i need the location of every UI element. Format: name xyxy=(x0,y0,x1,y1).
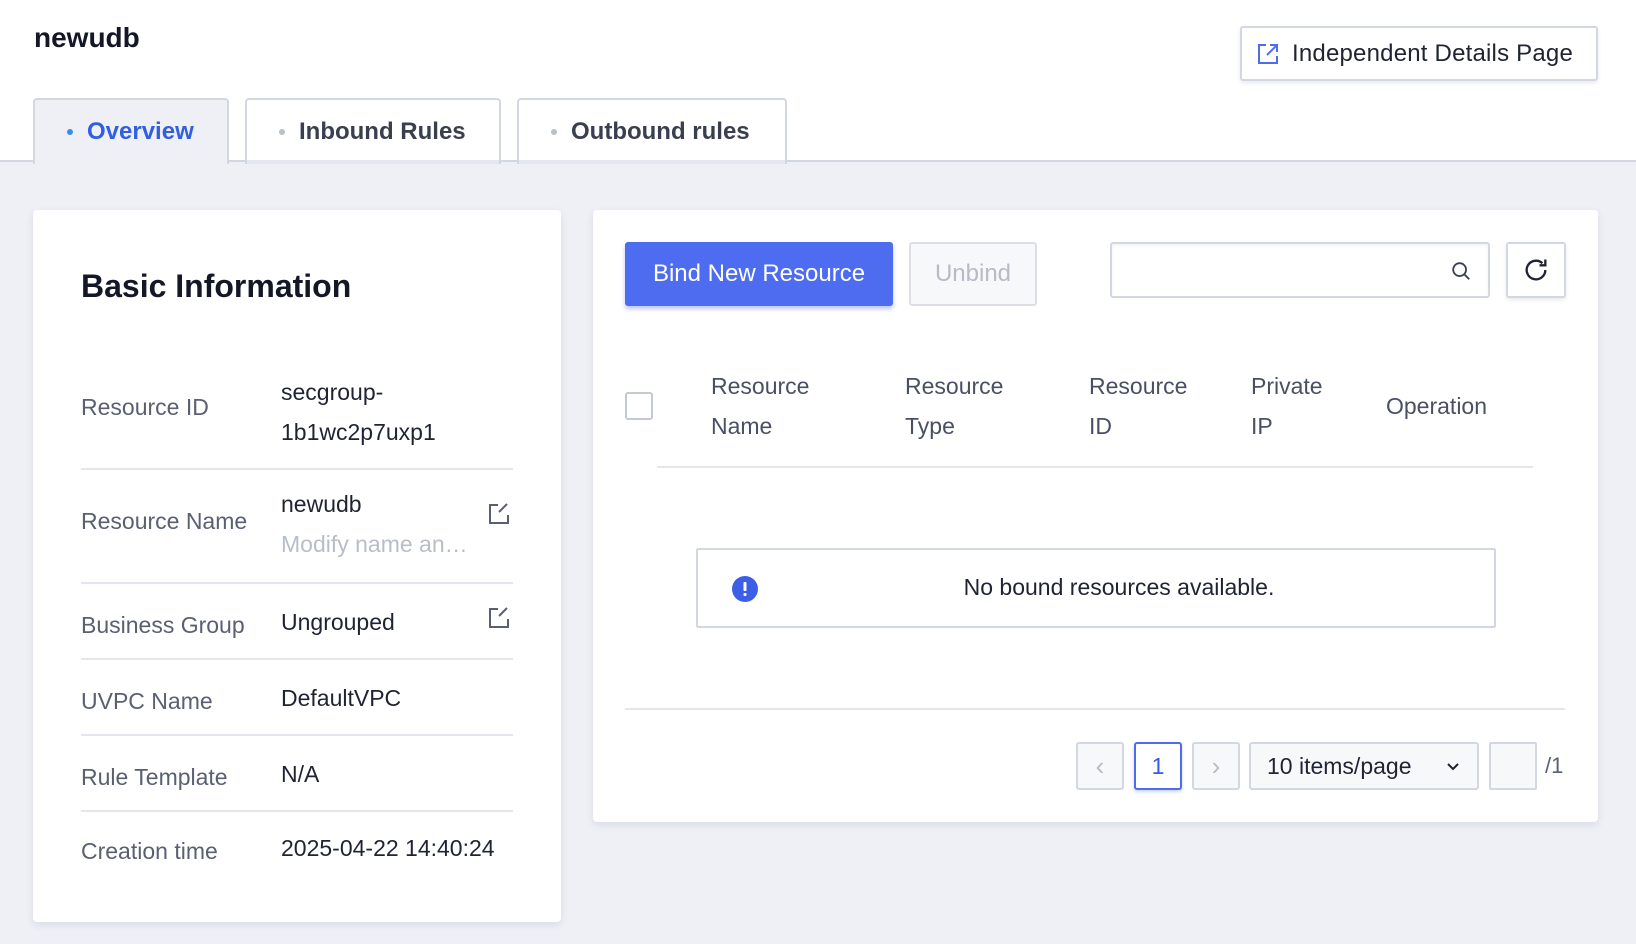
column-header-line: Resource xyxy=(711,373,810,399)
tab-outbound-rules-label: Outbound rules xyxy=(571,118,750,145)
info-label: Resource ID xyxy=(81,394,209,420)
business-group-value: Ungrouped xyxy=(281,609,395,635)
page-jump-input[interactable] xyxy=(1489,742,1537,790)
page-size-label: 10 items/page xyxy=(1267,752,1412,779)
refresh-button[interactable] xyxy=(1506,242,1566,298)
unbind-button[interactable]: Unbind xyxy=(909,242,1037,306)
info-label: Business Group xyxy=(81,612,245,638)
info-row-resource-id: Resource ID secgroup- 1b1wc2p7uxp1 xyxy=(81,358,513,470)
tab-outbound-rules[interactable]: Outbound rules xyxy=(517,98,787,164)
pagination-next-button[interactable]: › xyxy=(1192,742,1240,790)
rule-template-value: N/A xyxy=(281,761,320,787)
tab-dot-icon xyxy=(279,129,285,135)
tab-inbound-rules-label: Inbound Rules xyxy=(299,118,466,145)
tab-overview[interactable]: Overview xyxy=(33,98,229,164)
search-box[interactable] xyxy=(1110,242,1490,298)
column-header-line: Resource xyxy=(1089,373,1188,399)
refresh-icon xyxy=(1525,259,1547,281)
tab-overview-label: Overview xyxy=(87,118,194,145)
tab-dot-icon xyxy=(551,129,557,135)
edit-icon[interactable] xyxy=(487,502,511,526)
column-header-line: Name xyxy=(711,413,773,439)
pagination-page-1[interactable]: 1 xyxy=(1134,742,1182,790)
info-label: Creation time xyxy=(81,838,218,864)
creation-time-value: 2025-04-22 14:40:24 xyxy=(281,835,495,861)
top-bar: newudb Independent Details Page Overview… xyxy=(0,0,1636,164)
resource-name-remark: Modify name an… xyxy=(281,531,468,557)
info-label: UVPC Name xyxy=(81,688,213,714)
edit-icon[interactable] xyxy=(487,606,511,630)
bind-new-resource-button[interactable]: Bind New Resource xyxy=(625,242,893,306)
resource-id-line2: 1b1wc2p7uxp1 xyxy=(281,419,436,445)
table-header: Resource Name Resource Type Resource ID … xyxy=(625,356,1565,460)
resource-id-value: secgroup- 1b1wc2p7uxp1 xyxy=(281,372,436,452)
info-row-creation-time: Creation time 2025-04-22 14:40:24 xyxy=(81,814,513,888)
column-header-operation: Operation xyxy=(1386,393,1488,419)
footer-divider xyxy=(625,708,1565,710)
table-header-divider xyxy=(657,466,1533,468)
info-row-business-group: Business Group Ungrouped xyxy=(81,586,513,660)
total-pages: /1 xyxy=(1545,753,1564,778)
column-header-line: Private xyxy=(1251,373,1323,399)
basic-information-card: Basic Information Resource ID secgroup- … xyxy=(33,210,561,922)
external-link-icon xyxy=(1258,43,1278,64)
resource-id-line1: secgroup- xyxy=(281,379,384,405)
basic-information-title: Basic Information xyxy=(81,268,352,304)
search-input[interactable] xyxy=(1122,252,1442,288)
info-row-rule-template: Rule Template N/A xyxy=(81,738,513,812)
page-title: newudb xyxy=(34,22,140,53)
column-header-resource-name[interactable]: Resource Name xyxy=(711,366,809,446)
column-header-line: Resource xyxy=(905,373,1004,399)
column-header-resource-id[interactable]: Resource ID xyxy=(1089,366,1187,446)
info-row-uvpc-name: UVPC Name DefaultVPC xyxy=(81,662,513,736)
independent-details-page-label: Independent Details Page xyxy=(1292,39,1574,67)
info-row-resource-name: Resource Name newudb Modify name an… xyxy=(81,472,513,584)
tab-dot-icon xyxy=(67,129,73,135)
column-header-private-ip[interactable]: Private IP xyxy=(1251,366,1323,446)
independent-details-page-button[interactable]: Independent Details Page xyxy=(1240,26,1598,81)
uvpc-name-value: DefaultVPC xyxy=(281,685,402,711)
chevron-down-icon xyxy=(1447,763,1459,771)
empty-message: No bound resources available. xyxy=(963,574,1275,600)
tab-inbound-rules[interactable]: Inbound Rules xyxy=(245,98,501,164)
search-icon[interactable] xyxy=(1450,260,1472,282)
bound-resources-card: Bind New Resource Unbind Resource Name R… xyxy=(593,210,1598,822)
resource-name-line1: newudb xyxy=(281,491,362,517)
column-header-resource-type[interactable]: Resource Type xyxy=(905,366,1003,446)
page-size-select[interactable]: 10 items/page xyxy=(1249,742,1479,790)
column-header-line: Type xyxy=(905,413,955,439)
column-header-line: ID xyxy=(1089,413,1112,439)
pagination-prev-button[interactable]: ‹ xyxy=(1076,742,1124,790)
column-header-line: IP xyxy=(1251,413,1273,439)
select-all-checkbox[interactable] xyxy=(625,392,653,420)
resource-name-value: newudb Modify name an… xyxy=(281,484,481,564)
info-label: Resource Name xyxy=(81,508,248,534)
info-label: Rule Template xyxy=(81,764,228,790)
empty-state: No bound resources available. xyxy=(696,548,1496,628)
